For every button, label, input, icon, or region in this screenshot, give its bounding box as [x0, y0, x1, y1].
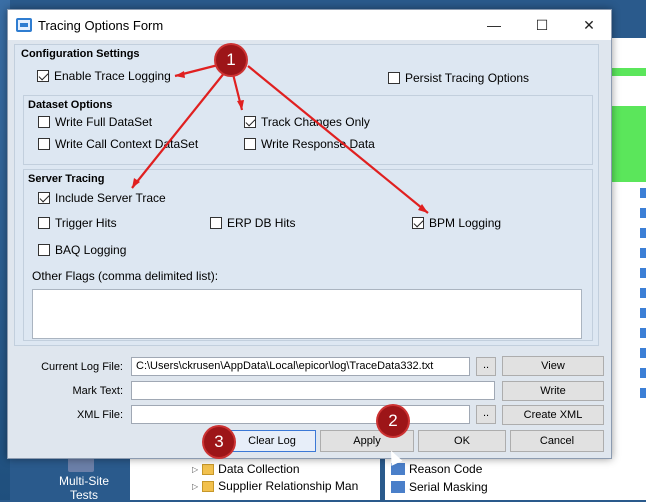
- tree-item[interactable]: Reason Code: [391, 462, 482, 476]
- persist-options-checkbox[interactable]: Persist Tracing Options: [388, 71, 529, 85]
- config-title: Configuration Settings: [21, 48, 140, 60]
- checkbox-box[interactable]: [412, 217, 424, 229]
- annotation-badge-2: 2: [378, 406, 408, 436]
- tree-item[interactable]: ▷ Data Collection: [192, 462, 300, 476]
- track-changes-checkbox[interactable]: Track Changes Only: [244, 115, 370, 129]
- folder-icon: [202, 463, 215, 475]
- write-call-context-checkbox[interactable]: Write Call Context DataSet: [38, 137, 198, 151]
- folder-icon: [202, 480, 215, 492]
- bg-green-block: [612, 106, 646, 182]
- checkbox-box[interactable]: [38, 244, 50, 256]
- background-application: [610, 38, 646, 500]
- write-full-dataset-checkbox[interactable]: Write Full DataSet: [38, 115, 152, 129]
- server-title: Server Tracing: [28, 173, 105, 185]
- form-icon: [391, 481, 405, 493]
- tracing-options-window: Tracing Options Form — ☐ ✕ Configuration…: [7, 9, 612, 459]
- title-bar[interactable]: Tracing Options Form — ☐ ✕: [8, 10, 611, 40]
- view-button[interactable]: View: [502, 356, 604, 376]
- window-title: Tracing Options Form: [38, 18, 164, 33]
- log-file-browse-button[interactable]: ..: [476, 357, 496, 376]
- app-icon: [16, 18, 32, 32]
- checkbox-box[interactable]: [388, 72, 400, 84]
- bg-green-bar: [612, 68, 646, 76]
- checkbox-label: Write Full DataSet: [55, 115, 153, 129]
- trigger-hits-checkbox[interactable]: Trigger Hits: [38, 216, 117, 230]
- minimize-button[interactable]: —: [471, 10, 517, 40]
- log-file-field[interactable]: C:\Users\ckrusen\AppData\Local\epicor\lo…: [131, 357, 470, 376]
- tree-item-label: Serial Masking: [409, 480, 488, 494]
- dataset-title: Dataset Options: [28, 99, 113, 111]
- mark-text-label: Mark Text:: [72, 385, 123, 397]
- checkbox-box[interactable]: [244, 116, 256, 128]
- checkbox-label: Write Call Context DataSet: [55, 137, 199, 151]
- xml-file-browse-button[interactable]: ..: [476, 405, 496, 424]
- form-body: Configuration Settings Enable Trace Logg…: [8, 40, 611, 458]
- annotation-badge-1: 1: [216, 45, 246, 75]
- ok-button[interactable]: OK: [418, 430, 506, 452]
- write-response-checkbox[interactable]: Write Response Data: [244, 137, 375, 151]
- checkbox-box[interactable]: [37, 70, 49, 82]
- mark-text-field[interactable]: [131, 381, 495, 400]
- xml-file-field[interactable]: [131, 405, 470, 424]
- background-tree-left: ▷ Data Collection ▷ Supplier Relationshi…: [130, 458, 380, 500]
- log-file-label: Current Log File:: [41, 361, 123, 373]
- configuration-panel: Configuration Settings Enable Trace Logg…: [14, 44, 599, 346]
- checkbox-box[interactable]: [210, 217, 222, 229]
- background-tree-right: Reason Code Serial Masking: [385, 458, 610, 500]
- checkbox-label: Write Response Data: [261, 137, 375, 151]
- xml-file-label: XML File:: [76, 409, 123, 421]
- write-button[interactable]: Write: [502, 381, 604, 401]
- checkbox-label: Persist Tracing Options: [405, 71, 530, 85]
- checkbox-label: Track Changes Only: [261, 115, 370, 129]
- tree-item-label: Reason Code: [409, 462, 483, 476]
- checkbox-box[interactable]: [38, 116, 50, 128]
- expand-icon[interactable]: ▷: [192, 482, 198, 491]
- checkbox-label: BPM Logging: [429, 216, 502, 230]
- include-server-trace-checkbox[interactable]: Include Server Trace: [38, 191, 166, 205]
- checkbox-box[interactable]: [38, 138, 50, 150]
- tree-item[interactable]: Serial Masking: [391, 480, 488, 494]
- checkbox-label: BAQ Logging: [55, 243, 127, 257]
- checkbox-label: ERP DB Hits: [227, 216, 296, 230]
- dataset-options-panel: Dataset Options Write Full DataSet Track…: [23, 95, 593, 165]
- maximize-button[interactable]: ☐: [519, 10, 565, 40]
- bpm-logging-checkbox[interactable]: BPM Logging: [412, 216, 501, 230]
- annotation-badge-3: 3: [204, 427, 234, 457]
- create-xml-button[interactable]: Create XML: [502, 405, 604, 425]
- clear-log-button[interactable]: Clear Log: [228, 430, 316, 452]
- erp-db-hits-checkbox[interactable]: ERP DB Hits: [210, 216, 295, 230]
- tree-item-label: Data Collection: [218, 462, 300, 476]
- bg-icon-strip: [640, 188, 646, 398]
- checkbox-box[interactable]: [38, 217, 50, 229]
- desktop-icon-label[interactable]: Multi-Site Tests: [54, 474, 114, 502]
- other-flags-textarea[interactable]: [32, 289, 582, 339]
- close-button[interactable]: ✕: [566, 10, 612, 40]
- tree-item-label: Supplier Relationship Man: [218, 479, 359, 493]
- checkbox-label: Trigger Hits: [55, 216, 117, 230]
- tree-item[interactable]: ▷ Supplier Relationship Man: [192, 479, 358, 493]
- enable-trace-checkbox[interactable]: Enable Trace Logging: [37, 69, 171, 83]
- checkbox-box[interactable]: [244, 138, 256, 150]
- baq-logging-checkbox[interactable]: BAQ Logging: [38, 243, 126, 257]
- expand-icon[interactable]: ▷: [192, 465, 198, 474]
- server-tracing-panel: Server Tracing Include Server Trace Trig…: [23, 169, 593, 341]
- cancel-button[interactable]: Cancel: [510, 430, 604, 452]
- checkbox-label: Include Server Trace: [55, 191, 166, 205]
- checkbox-label: Enable Trace Logging: [54, 69, 171, 83]
- other-flags-label: Other Flags (comma delimited list):: [32, 269, 219, 283]
- checkbox-box[interactable]: [38, 192, 50, 204]
